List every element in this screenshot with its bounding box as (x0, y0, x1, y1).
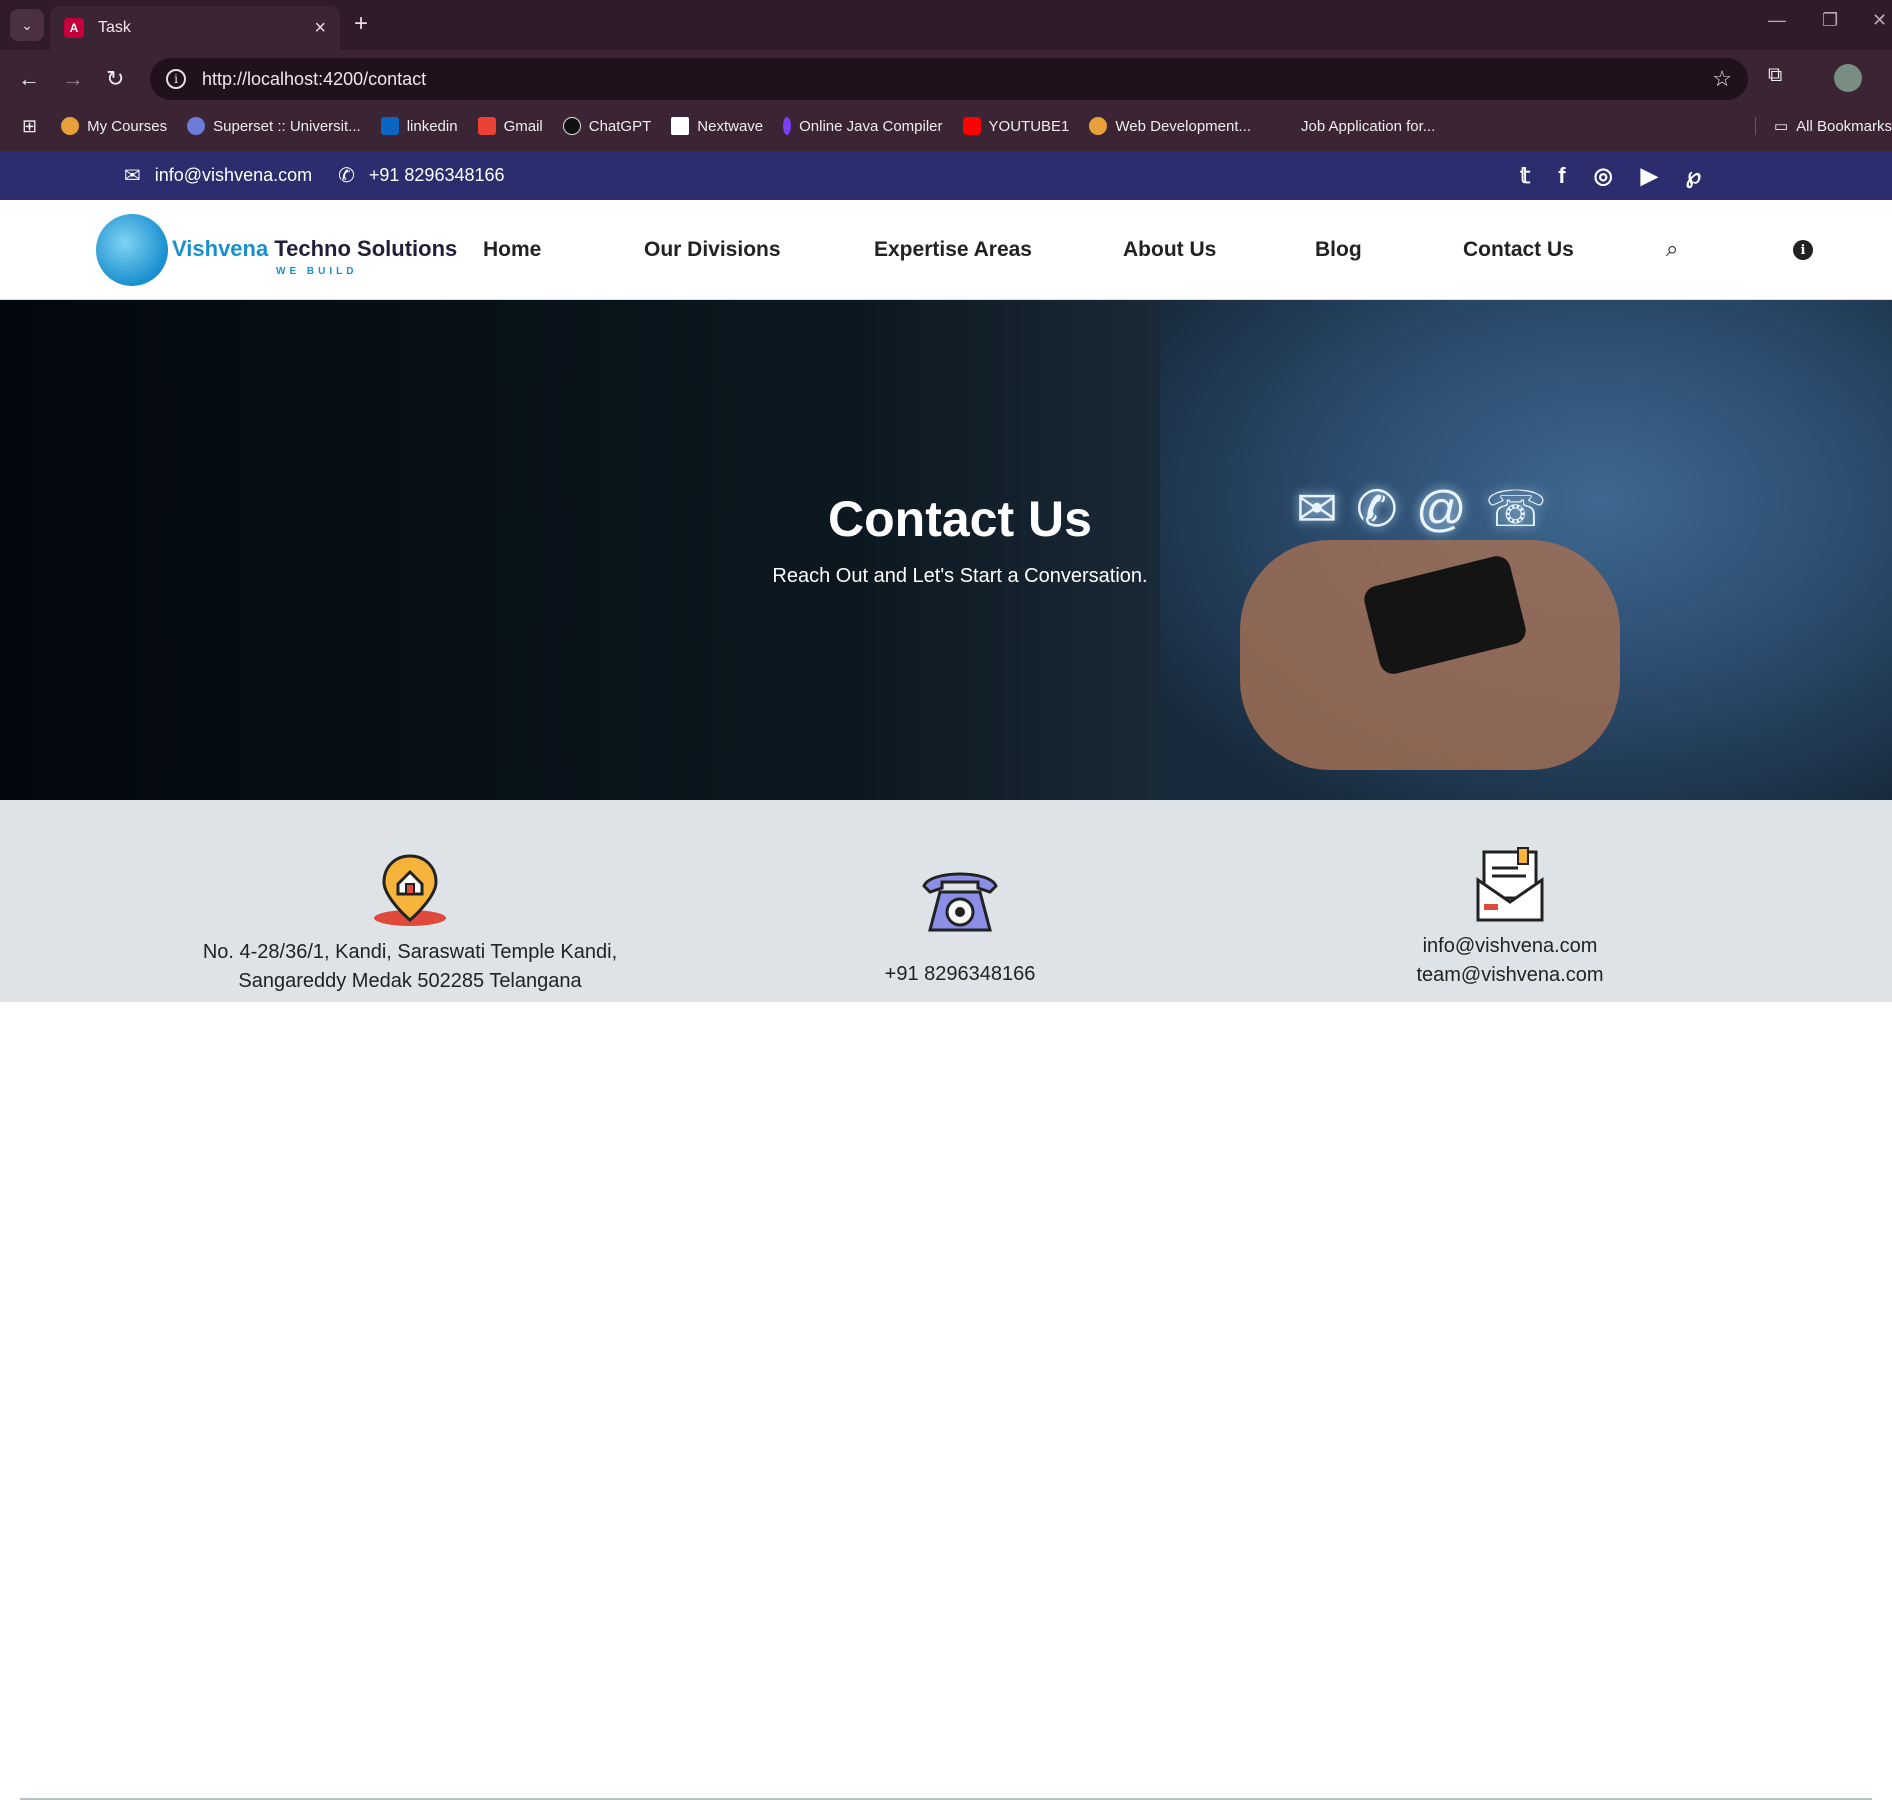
bookmark-favicon-icon (562, 117, 581, 135)
apps-grid-icon[interactable]: ⊞ (22, 116, 37, 137)
bookmark-item[interactable]: Web Development... (1089, 117, 1251, 135)
close-window-icon[interactable]: ✕ (1872, 10, 1887, 31)
hero-subtitle: Reach Out and Let's Start a Conversation… (772, 565, 1148, 587)
url-text: http://localhost:4200/contact (202, 68, 427, 89)
reload-icon[interactable]: ↻ (106, 66, 124, 92)
location-pin-icon (374, 854, 446, 926)
bookmark-item[interactable]: Gmail (477, 117, 543, 135)
tab-search-button[interactable]: ⌄ (10, 9, 44, 41)
telephone-icon (922, 872, 998, 932)
youtube-icon[interactable]: ▶ (1641, 163, 1658, 189)
back-icon[interactable]: ← (18, 66, 40, 92)
logo-tagline: WE BUILD (276, 266, 358, 277)
hero-title: Contact Us (828, 491, 1092, 547)
contact-info-section: No. 4-28/36/1, Kandi, Saraswati Temple K… (0, 800, 1892, 1800)
tab-title: Task (98, 19, 131, 36)
profile-avatar[interactable] (1834, 64, 1862, 92)
logo-name: Vishvena Techno Solutions (172, 236, 458, 261)
bookmark-favicon-icon (61, 117, 80, 135)
bookmark-favicon-icon (783, 117, 792, 135)
address-card: No. 4-28/36/1, Kandi, Saraswati Temple K… (160, 800, 660, 996)
active-tab[interactable]: A Task × (50, 6, 340, 50)
brain-logo-icon (96, 214, 168, 286)
topbar-phone[interactable]: +91 8296348166 (369, 165, 505, 186)
bookmark-item[interactable]: ChatGPT (562, 117, 651, 135)
all-bookmarks[interactable]: ▭ All Bookmarks (1754, 117, 1892, 135)
envelope-icon: ✉ (124, 165, 141, 187)
browser-chrome: ⌄ A Task × + — ❐ ✕ ← → ↻ i http://localh… (0, 0, 1892, 151)
nav-blog[interactable]: Blog (1315, 238, 1362, 262)
nav-about-us[interactable]: About Us (1123, 238, 1216, 262)
bookmark-favicon-icon (1089, 117, 1108, 135)
bookmark-item[interactable]: Online Java Compiler (783, 117, 943, 135)
facebook-icon[interactable]: f (1558, 163, 1565, 189)
bookmark-favicon-icon (380, 117, 399, 135)
nav-our-divisions[interactable]: Our Divisions (644, 238, 781, 262)
info-icon[interactable]: i (1793, 240, 1813, 260)
pinterest-icon[interactable]: ℘ (1686, 163, 1701, 189)
search-icon[interactable]: ⌕ (1666, 236, 1678, 262)
bookmarks-bar: ⊞ My Courses Superset :: Universit... li… (0, 112, 1892, 140)
contact-phone[interactable]: +91 8296348166 (710, 960, 1210, 989)
bookmark-item[interactable]: Nextwave (671, 117, 763, 135)
address-bar[interactable]: i http://localhost:4200/contact ☆ (150, 58, 1748, 100)
topbar-email[interactable]: info@vishvena.com (155, 165, 312, 186)
nav-expertise-areas[interactable]: Expertise Areas (874, 238, 1032, 262)
bookmark-favicon-icon (187, 117, 206, 135)
instagram-icon[interactable]: ◎ (1594, 163, 1613, 189)
email-card: info@vishvena.com team@vishvena.com (1260, 800, 1760, 990)
folder-icon: ▭ (1773, 118, 1789, 135)
bookmark-item[interactable]: linkedin (380, 117, 458, 135)
bookmark-favicon-icon (477, 117, 496, 135)
twitter-icon[interactable]: 𝕥 (1520, 163, 1530, 189)
nav-contact-us[interactable]: Contact Us (1463, 238, 1574, 262)
bookmark-item[interactable]: YOUTUBE1 (962, 117, 1069, 135)
tab-strip: ⌄ A Task × + — ❐ ✕ (0, 0, 1892, 50)
bookmark-star-icon[interactable]: ☆ (1712, 66, 1732, 92)
address-line-2: Sangareddy Medak 502285 Telangana (238, 970, 582, 992)
contact-topbar: ✉ info@vishvena.com ✆ +91 8296348166 𝕥 f… (0, 151, 1892, 200)
new-tab-button[interactable]: + (354, 10, 368, 38)
restore-icon[interactable]: ❐ (1822, 10, 1838, 31)
phone-card: +91 8296348166 (710, 800, 1210, 989)
contact-email-2[interactable]: team@vishvena.com (1260, 961, 1760, 990)
angular-favicon-icon: A (64, 18, 84, 38)
minimize-icon[interactable]: — (1768, 10, 1786, 31)
extensions-icon[interactable]: ⧉ (1768, 64, 1782, 87)
forward-icon[interactable]: → (62, 66, 84, 92)
hero-banner: ✉ ✆ @ ☏ Contact Us Reach Out and Let's S… (0, 300, 1892, 800)
phone-icon: ✆ (338, 165, 355, 187)
site-info-icon[interactable]: i (166, 69, 186, 89)
bookmark-favicon-icon (671, 117, 690, 135)
tab-close-icon[interactable]: × (314, 17, 326, 40)
main-navigation: Vishvena Techno Solutions WE BUILD Home … (0, 200, 1892, 300)
nav-home[interactable]: Home (483, 238, 541, 262)
mail-envelope-icon (1476, 847, 1544, 922)
bookmark-item[interactable]: Job Application for... (1301, 118, 1435, 135)
bookmark-favicon-icon (962, 117, 981, 135)
bookmark-item[interactable]: Superset :: Universit... (187, 117, 361, 135)
company-logo[interactable]: Vishvena Techno Solutions WE BUILD (96, 214, 461, 286)
bookmark-item[interactable]: My Courses (61, 117, 167, 135)
contact-email-1[interactable]: info@vishvena.com (1260, 932, 1760, 961)
address-line-1: No. 4-28/36/1, Kandi, Saraswati Temple K… (202, 941, 618, 963)
